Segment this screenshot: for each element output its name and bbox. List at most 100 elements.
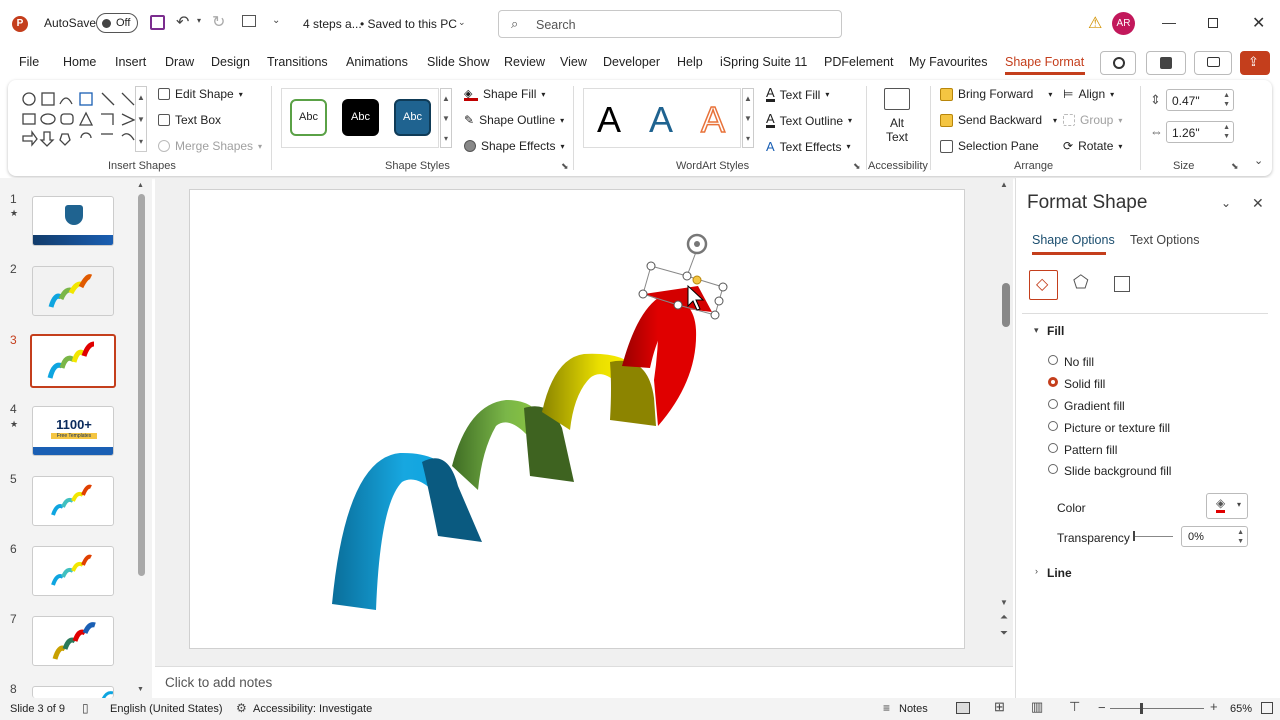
slide-thumbnail-4[interactable]: 1100+ Free Templates (32, 406, 114, 456)
normal-view-icon[interactable] (956, 702, 970, 714)
record-button[interactable] (1100, 51, 1136, 75)
notes-icon[interactable]: ≡ (883, 701, 890, 715)
shapes-gallery-scroll[interactable]: ▲ ▼ ▾ (135, 86, 147, 152)
collapse-ribbon-icon[interactable]: ⌄ (1254, 154, 1263, 167)
tab-ispring[interactable]: iSpring Suite 11 (720, 55, 807, 69)
text-box-button[interactable]: Text Box (158, 113, 221, 127)
pane-options-icon[interactable]: ⌄ (1221, 196, 1231, 210)
group-button[interactable]: Group ▾ (1063, 113, 1122, 127)
tab-file[interactable]: File (19, 55, 39, 69)
height-spin-icon[interactable]: ▲ ▼ (1223, 91, 1230, 109)
autosave-toggle[interactable]: Off (96, 13, 138, 33)
notes-toggle[interactable]: Notes (899, 703, 928, 715)
label-no-fill[interactable]: No fill (1064, 355, 1094, 369)
tab-home[interactable]: Home (63, 55, 96, 69)
merge-shapes-button[interactable]: Merge Shapes ▾ (158, 139, 262, 153)
tab-view[interactable]: View (560, 55, 587, 69)
zoom-slider-thumb[interactable] (1140, 703, 1143, 714)
selection-pane-button[interactable]: Selection Pane (940, 139, 1039, 153)
teams-button[interactable] (1146, 51, 1186, 75)
search-box[interactable]: ⌕ Search (498, 10, 842, 38)
save-icon[interactable] (150, 15, 165, 30)
zoom-in-icon[interactable]: + (1210, 699, 1218, 714)
tab-design[interactable]: Design (211, 55, 250, 69)
send-backward-button[interactable]: Send Backward ▾ (940, 113, 1057, 127)
size-launcher-icon[interactable]: ⬊ (1231, 161, 1239, 172)
close-window-icon[interactable]: ✕ (1252, 13, 1265, 33)
label-gradient-fill[interactable]: Gradient fill (1064, 399, 1125, 413)
label-slide-background-fill[interactable]: Slide background fill (1064, 464, 1171, 478)
radio-gradient-fill[interactable] (1048, 399, 1058, 409)
close-pane-icon[interactable]: ✕ (1252, 195, 1264, 212)
label-picture-fill[interactable]: Picture or texture fill (1064, 421, 1170, 435)
transparency-spin-icon[interactable]: ▲ ▼ (1237, 528, 1244, 546)
radio-solid-fill[interactable] (1048, 377, 1058, 387)
canvas-scroll-up-icon[interactable]: ▲ (1000, 180, 1008, 189)
customize-toolbar-icon[interactable]: ⌄ (272, 15, 280, 26)
zoom-level[interactable]: 65% (1230, 703, 1252, 715)
shapes-gallery[interactable] (20, 90, 140, 152)
slide-thumbnail-5[interactable] (32, 476, 114, 526)
slide-thumbnail-2[interactable] (32, 266, 114, 316)
step-arch-yellow-inner[interactable] (610, 360, 656, 426)
zoom-out-icon[interactable]: − (1098, 700, 1106, 715)
undo-dropdown-icon[interactable]: ▾ (197, 16, 201, 25)
label-pattern-fill[interactable]: Pattern fill (1064, 443, 1117, 457)
slide-sorter-icon[interactable]: ⊞ (994, 699, 1005, 715)
tab-developer[interactable]: Developer (603, 55, 660, 69)
style-sample-outline[interactable]: Abc (290, 99, 327, 136)
tab-pdfelement[interactable]: PDFelement (824, 55, 893, 69)
undo-icon[interactable]: ↶ (176, 12, 189, 32)
next-slide-icon[interactable]: ⏷ (1000, 628, 1008, 639)
tab-transitions[interactable]: Transitions (267, 55, 328, 69)
radio-picture-fill[interactable] (1048, 421, 1058, 431)
accessibility-status[interactable]: Accessibility: Investigate (253, 703, 372, 715)
previous-slide-icon[interactable]: ⏶ (1000, 612, 1008, 623)
radio-no-fill[interactable] (1048, 355, 1058, 365)
slide-thumbnail-6[interactable] (32, 546, 114, 596)
share-button[interactable]: ⇪ (1240, 51, 1270, 75)
text-fill-button[interactable]: A Text Fill ▾ (766, 86, 829, 102)
shape-styles-gallery[interactable]: Abc Abc Abc (281, 88, 439, 148)
redo-icon[interactable]: ↻ (212, 12, 225, 32)
tab-slide-show[interactable]: Slide Show (427, 55, 490, 69)
restore-icon[interactable] (1208, 18, 1218, 28)
rotate-button[interactable]: ⟳ Rotate ▾ (1063, 139, 1122, 153)
warning-icon[interactable]: ⚠ (1088, 13, 1102, 33)
shape-fill-button[interactable]: ◈ Shape Fill ▾ (464, 87, 545, 101)
shape-outline-button[interactable]: ✎ Shape Outline ▾ (464, 113, 564, 127)
fit-slide-icon[interactable] (1261, 702, 1273, 714)
notes-area[interactable]: Click to add notes (155, 666, 1013, 698)
line-expand-icon[interactable]: › (1035, 566, 1038, 576)
transparency-input[interactable]: 0% ▲ ▼ (1181, 526, 1248, 547)
tab-my-favourites[interactable]: My Favourites (909, 55, 988, 69)
tab-review[interactable]: Review (504, 55, 545, 69)
tab-help[interactable]: Help (677, 55, 703, 69)
radio-pattern-fill[interactable] (1048, 443, 1058, 453)
step-arch-red-right[interactable] (654, 297, 697, 426)
canvas-scroll-down-icon[interactable]: ▼ (1000, 598, 1008, 607)
size-properties-icon[interactable] (1114, 276, 1130, 292)
presentation-icon[interactable] (242, 15, 256, 27)
tab-animations[interactable]: Animations (346, 55, 408, 69)
shape-width-input[interactable]: 1.26" ▲ ▼ (1166, 121, 1234, 143)
tab-shape-format[interactable]: Shape Format (1005, 55, 1084, 69)
effects-pentagon-icon[interactable]: ⬠ (1073, 272, 1089, 293)
fill-color-picker[interactable]: ◈ ▾ (1206, 493, 1248, 519)
style-sample-blue[interactable]: Abc (394, 99, 431, 136)
language-status[interactable]: English (United States) (110, 703, 223, 715)
wordart-sample-blue[interactable]: A (649, 99, 673, 141)
wordart-sample-orange[interactable]: A (700, 98, 726, 141)
document-title[interactable]: 4 steps a... (303, 17, 362, 31)
width-spin-icon[interactable]: ▲ ▼ (1223, 123, 1230, 141)
fill-collapse-icon[interactable]: ▾ (1034, 325, 1039, 336)
text-effects-button[interactable]: A Text Effects ▾ (766, 139, 851, 154)
thumbnails-scrollbar[interactable] (138, 194, 145, 576)
scroll-down-icon[interactable]: ▼ (137, 686, 144, 693)
rotate-handle-icon[interactable] (686, 233, 708, 255)
reading-view-icon[interactable]: ▥ (1031, 699, 1043, 715)
shape-height-input[interactable]: 0.47" ▲ ▼ (1166, 89, 1234, 111)
zoom-slider[interactable] (1110, 703, 1204, 714)
radio-slide-background-fill[interactable] (1048, 464, 1058, 474)
save-status-dropdown-icon[interactable]: ⌄ (458, 17, 466, 28)
